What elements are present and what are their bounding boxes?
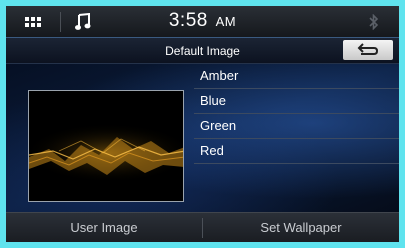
bluetooth-icon	[369, 13, 379, 33]
list-item-green[interactable]: Green	[194, 114, 399, 139]
title-bar: Default Image	[6, 38, 399, 64]
list-item-blue[interactable]: Blue	[194, 89, 399, 114]
set-wallpaper-button[interactable]: Set Wallpaper	[203, 213, 399, 242]
back-button[interactable]	[343, 40, 393, 60]
user-image-button[interactable]: User Image	[6, 213, 202, 242]
bottom-bar: User Image Set Wallpaper	[6, 212, 399, 242]
clock: 3:58 AM	[6, 10, 399, 32]
clock-time: 3:58	[168, 10, 208, 31]
page-title: Default Image	[165, 44, 240, 58]
back-arrow-icon	[357, 43, 379, 55]
wallpaper-preview	[28, 90, 184, 202]
clock-ampm: AM	[215, 14, 237, 29]
list-item-red[interactable]: Red	[194, 139, 399, 164]
status-bar: 3:58 AM	[6, 6, 399, 38]
content-area: Amber Blue Green Red	[6, 64, 399, 212]
app-frame: 3:58 AM Default Image Amber Blue Green R…	[6, 6, 399, 242]
list-item-amber[interactable]: Amber	[194, 64, 399, 89]
wallpaper-list: Amber Blue Green Red	[194, 64, 399, 164]
